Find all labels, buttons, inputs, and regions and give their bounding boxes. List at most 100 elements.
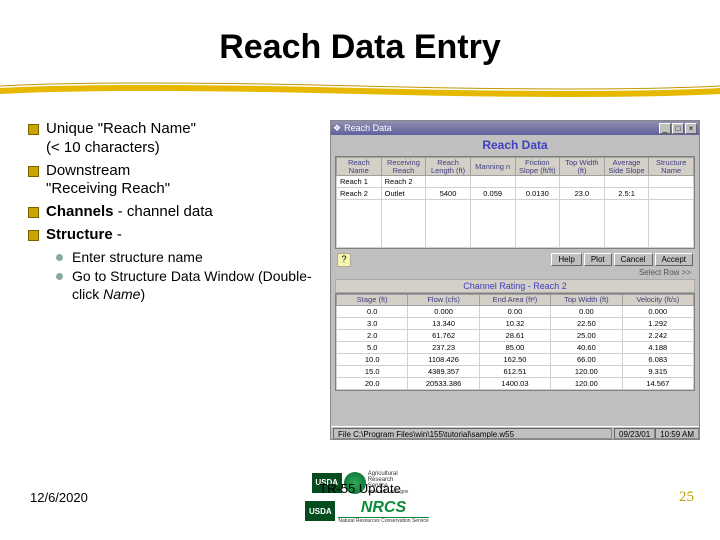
- sub-bullet-item: Go to Structure Data Window (Double-clic…: [56, 268, 313, 303]
- footer-date: 12/6/2020: [30, 490, 88, 505]
- col-header: Receiving Reach: [381, 158, 426, 176]
- bullet-cont: "Receiving Reach": [46, 180, 170, 197]
- cell[interactable]: 13.340: [408, 317, 479, 329]
- cell[interactable]: Outlet: [381, 188, 426, 200]
- action-hint: Select Row >>: [639, 268, 691, 277]
- cell[interactable]: 85.00: [479, 341, 550, 353]
- cell[interactable]: 0.00: [479, 305, 550, 317]
- cell[interactable]: 20.0: [337, 377, 408, 389]
- table-row[interactable]: 15.04389.357612.51120.009.315: [337, 365, 694, 377]
- cell[interactable]: [604, 176, 649, 188]
- cell[interactable]: 10.0: [337, 353, 408, 365]
- plot-button[interactable]: Plot: [584, 253, 612, 266]
- table-row[interactable]: 3.013.34010.3222.501.292: [337, 317, 694, 329]
- title-underline: [0, 80, 720, 102]
- cell[interactable]: 1400.03: [479, 377, 550, 389]
- col-header: Top Width (ft): [560, 158, 605, 176]
- table-row[interactable]: Reach 2Outlet54000.0590.013023.02.5:1: [337, 188, 694, 200]
- cell[interactable]: 22.50: [551, 317, 622, 329]
- cell[interactable]: [649, 188, 694, 200]
- bullet-text: Channels - channel data: [46, 203, 213, 220]
- cell[interactable]: 28.61: [479, 329, 550, 341]
- status-path: File C:\Program Files\win\155\tutorial\s…: [333, 428, 612, 439]
- reach-data-window: ❖ Reach Data _ □ × Reach Data Reach Name…: [330, 120, 700, 440]
- cell[interactable]: 120.00: [551, 377, 622, 389]
- minimize-button[interactable]: _: [659, 123, 671, 134]
- rating-grid[interactable]: Stage (ft)Flow (cfs)End Area (ft²)Top Wi…: [335, 293, 695, 391]
- cell[interactable]: Reach 1: [337, 176, 382, 188]
- status-date: 09/23/01: [614, 428, 655, 439]
- reach-grid[interactable]: Reach NameReceiving ReachReach Length (f…: [335, 156, 695, 249]
- col-header: Stage (ft): [337, 295, 408, 306]
- col-header: Top Width (ft): [551, 295, 622, 306]
- close-button[interactable]: ×: [685, 123, 697, 134]
- table-row[interactable]: 20.020533.3861400.03120.0014.567: [337, 377, 694, 389]
- table-row[interactable]: 2.061.76228.6125.002.242: [337, 329, 694, 341]
- col-header: Structure Name: [649, 158, 694, 176]
- cell[interactable]: 5.0: [337, 341, 408, 353]
- cell[interactable]: 2.5:1: [604, 188, 649, 200]
- cell[interactable]: 6.083: [622, 353, 693, 365]
- cell[interactable]: [649, 176, 694, 188]
- cell[interactable]: 40.60: [551, 341, 622, 353]
- cell[interactable]: 25.00: [551, 329, 622, 341]
- cell[interactable]: [426, 176, 471, 188]
- status-bar: File C:\Program Files\win\155\tutorial\s…: [331, 426, 699, 439]
- cell[interactable]: 4.188: [622, 341, 693, 353]
- cell[interactable]: 0.00: [551, 305, 622, 317]
- cell[interactable]: 9.315: [622, 365, 693, 377]
- cell[interactable]: 66.00: [551, 353, 622, 365]
- table-row[interactable]: 0.00.0000.000.000.000: [337, 305, 694, 317]
- accept-button[interactable]: Accept: [655, 253, 693, 266]
- panel-title: Reach Data: [331, 135, 699, 154]
- usda-nrcs-logo: USDA NRCS Natural Resources Conservation…: [301, 497, 432, 526]
- cell[interactable]: 120.00: [551, 365, 622, 377]
- bullet-text: Structure -: [46, 226, 122, 243]
- col-header: Friction Slope (ft/ft): [515, 158, 560, 176]
- table-row[interactable]: 10.01108.426162.5066.006.083: [337, 353, 694, 365]
- footer-title-overlay: TR-55 Update: [250, 481, 470, 496]
- cell[interactable]: Reach 2: [381, 176, 426, 188]
- cell[interactable]: 20533.386: [408, 377, 479, 389]
- cell[interactable]: 14.567: [622, 377, 693, 389]
- window-titlebar: ❖ Reach Data _ □ ×: [331, 121, 699, 135]
- page-number: 25: [679, 489, 694, 506]
- cell[interactable]: 0.0130: [515, 188, 560, 200]
- cell[interactable]: 237.23: [408, 341, 479, 353]
- rating-title: Channel Rating - Reach 2: [335, 279, 695, 293]
- table-row[interactable]: Reach 1Reach 2: [337, 176, 694, 188]
- cell[interactable]: 0.000: [408, 305, 479, 317]
- col-header: Reach Length (ft): [426, 158, 471, 176]
- cell[interactable]: 10.32: [479, 317, 550, 329]
- button-row: HelpPlotCancelAccept: [545, 251, 699, 268]
- cell[interactable]: 1.292: [622, 317, 693, 329]
- cell[interactable]: Reach 2: [337, 188, 382, 200]
- cancel-button[interactable]: Cancel: [614, 253, 653, 266]
- cell[interactable]: 612.51: [479, 365, 550, 377]
- bullet-item: Channels - channel data: [28, 203, 313, 222]
- help-button[interactable]: Help: [551, 253, 581, 266]
- footer-center: USDA AgriculturalResearchServicewww.ars.…: [250, 469, 470, 526]
- cell[interactable]: 23.0: [560, 188, 605, 200]
- cell[interactable]: [560, 176, 605, 188]
- status-time: 10:59 AM: [655, 428, 699, 439]
- cell[interactable]: 4389.357: [408, 365, 479, 377]
- cell[interactable]: 162.50: [479, 353, 550, 365]
- maximize-button[interactable]: □: [672, 123, 684, 134]
- window-title: Reach Data: [344, 123, 392, 133]
- cell[interactable]: 2.242: [622, 329, 693, 341]
- table-row[interactable]: 5.0237.2385.0040.604.188: [337, 341, 694, 353]
- help-icon[interactable]: ?: [337, 253, 351, 267]
- cell[interactable]: 0.059: [470, 188, 515, 200]
- cell[interactable]: 1108.426: [408, 353, 479, 365]
- cell[interactable]: 3.0: [337, 317, 408, 329]
- cell[interactable]: 0.000: [622, 305, 693, 317]
- bullet-item: Downstream "Receiving Reach": [28, 162, 313, 200]
- cell[interactable]: 2.0: [337, 329, 408, 341]
- cell[interactable]: [470, 176, 515, 188]
- cell[interactable]: 15.0: [337, 365, 408, 377]
- cell[interactable]: 5400: [426, 188, 471, 200]
- cell[interactable]: 0.0: [337, 305, 408, 317]
- cell[interactable]: 61.762: [408, 329, 479, 341]
- cell[interactable]: [515, 176, 560, 188]
